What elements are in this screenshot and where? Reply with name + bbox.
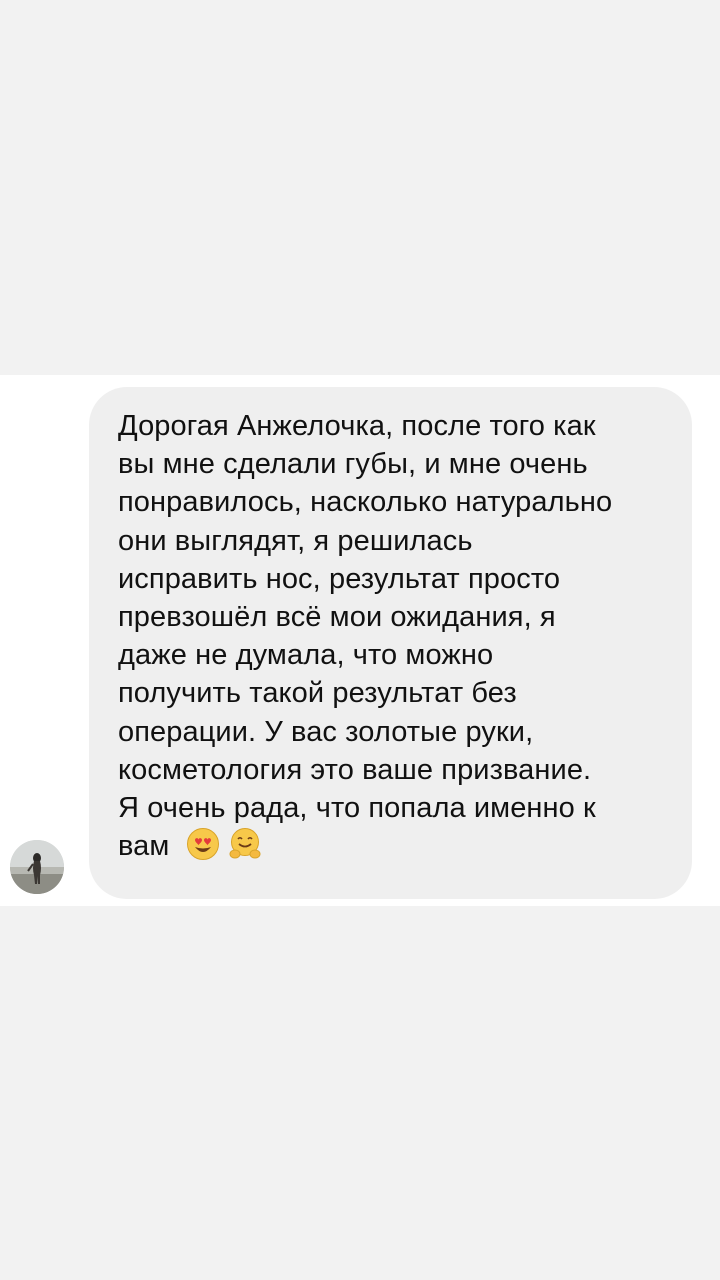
message-line: Я очень рада, что попала именно к <box>118 792 596 825</box>
message-line: понравилось, насколько натурально <box>118 486 613 519</box>
message-line: вы мне сделали губы, и мне очень <box>118 448 588 481</box>
message-line: операции. У вас золотые руки, <box>118 715 534 748</box>
heart-eyes-emoji-icon <box>186 828 219 861</box>
message-line: получить такой результат без <box>118 677 517 710</box>
message-line: превзошёл всё мои ожидания, я <box>118 601 556 634</box>
hugging-face-emoji-icon <box>229 828 261 859</box>
message-line: Дорогая Анжелочка, после того как <box>118 410 596 442</box>
message-line: они выглядят, я решилась <box>118 524 473 557</box>
message-line: косметология это ваше призвание. <box>118 753 592 786</box>
message-last-word: вам <box>118 830 170 863</box>
emoji-row <box>186 827 262 861</box>
message-line: исправить нос, результат просто <box>118 562 561 595</box>
avatar-photo-icon <box>10 840 64 894</box>
message-line: даже не думала, что можно <box>118 639 494 672</box>
sender-avatar[interactable] <box>10 840 64 894</box>
message-bubble[interactable]: Дорогая Анжелочка, после того как вы мне… <box>89 387 692 899</box>
message-line-last: вам <box>118 827 664 865</box>
message-text: Дорогая Анжелочка, после того как вы мне… <box>118 407 664 865</box>
